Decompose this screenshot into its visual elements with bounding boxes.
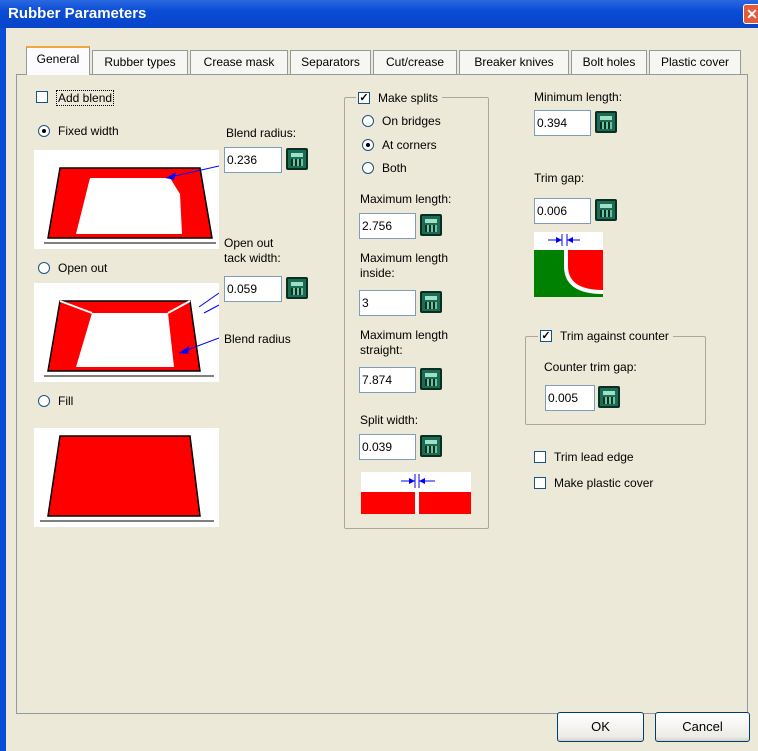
tab-general[interactable]: General [26,46,90,75]
minimum-length-label: Minimum length: [534,90,623,104]
maximum-length-label: Maximum length: [360,192,452,206]
open-out-label-line2: tack width: [224,251,281,265]
calculator-icon[interactable] [595,199,617,221]
add-blend-checkbox[interactable] [36,91,48,103]
at-corners-radio[interactable] [362,139,374,151]
split-width-field[interactable]: 0.039 [359,434,416,460]
calculator-icon[interactable] [598,386,620,408]
blend-radius-label: Blend radius: [226,126,297,140]
tab-breaker-knives[interactable]: Breaker knives [459,50,569,74]
fill-diagram [34,428,219,527]
tab-label: Breaker knives [474,55,554,69]
trim-against-counter-group [525,336,706,425]
fixed-width-label: Fixed width [58,124,119,138]
maximum-length-straight-field[interactable]: 7.874 [359,367,416,393]
cancel-button[interactable]: Cancel [655,712,750,742]
maximum-length-field[interactable]: 2.756 [359,213,416,239]
trim-gap-label: Trim gap: [534,171,585,185]
fixed-width-radio[interactable] [38,125,50,137]
make-splits-checkbox[interactable]: ✓ [358,92,370,104]
open-out-label-line1: Open out [224,236,274,250]
calculator-icon[interactable] [420,214,442,236]
open-out-tack-width-field[interactable]: 0.059 [224,276,282,302]
tab-crease-mask[interactable]: Crease mask [190,50,288,74]
tab-label: General [36,52,80,66]
trim-against-counter-label: Trim against counter [560,329,669,343]
close-button[interactable]: ✕ [743,4,758,24]
calculator-icon[interactable] [420,435,442,457]
make-splits-legend: ✓ Make splits [356,90,443,106]
calculator-icon[interactable] [286,148,308,170]
on-bridges-label: On bridges [382,114,441,128]
open-out-radio-label: Open out [58,261,108,275]
split-width-diagram [361,472,471,514]
fill-radio[interactable] [38,395,50,407]
make-splits-label: Make splits [378,91,439,105]
blend-radius-annotation: Blend radius [224,332,291,346]
open-out-radio[interactable] [38,262,50,274]
trim-against-counter-checkbox[interactable]: ✓ [540,330,552,342]
blend-radius-field[interactable]: 0.236 [224,147,282,173]
tab-plastic-cover[interactable]: Plastic cover [649,50,741,74]
calculator-icon[interactable] [420,368,442,390]
close-icon: ✕ [746,6,758,22]
counter-trim-gap-label: Counter trim gap: [544,360,637,374]
fixed-width-diagram [34,150,220,249]
tab-label: Rubber types [104,55,176,69]
counter-trim-gap-field[interactable]: 0.005 [545,385,595,411]
maximum-length-straight-label: Maximum length straight: [360,328,448,358]
tab-label: Cut/crease [385,55,445,69]
trim-gap-field[interactable]: 0.006 [534,198,591,224]
open-out-label: Open out tack width: [224,236,281,266]
maximum-length-inside-line2: inside: [360,266,395,280]
window-border [0,28,6,751]
add-blend-label: Add blend [56,90,115,106]
make-plastic-cover-label: Make plastic cover [554,476,654,490]
ok-button[interactable]: OK [557,712,644,742]
tab-cut-crease[interactable]: Cut/crease [373,50,457,74]
tab-label: Crease mask [203,55,275,69]
trim-gap-diagram [534,232,603,297]
minimum-length-field[interactable]: 0.394 [534,110,591,136]
tab-rubber-types[interactable]: Rubber types [92,50,188,74]
window-title: Rubber Parameters [8,5,147,22]
maximum-length-straight-line1: Maximum length [360,328,449,342]
maximum-length-inside-line1: Maximum length [360,251,449,265]
maximum-length-inside-label: Maximum length inside: [360,251,448,281]
maximum-length-inside-field[interactable]: 3 [359,290,416,316]
on-bridges-radio[interactable] [362,115,374,127]
tab-label: Plastic cover [660,55,730,69]
make-plastic-cover-checkbox[interactable] [534,477,546,489]
tab-label: Bolt holes [582,55,636,69]
calculator-icon[interactable] [286,277,308,299]
calculator-icon[interactable] [595,111,617,133]
trim-lead-edge-checkbox[interactable] [534,451,546,463]
both-label: Both [382,161,407,175]
split-width-label: Split width: [360,413,419,427]
tab-label: Separators [301,55,360,69]
both-radio[interactable] [362,162,374,174]
fill-label: Fill [58,394,74,408]
tab-separators[interactable]: Separators [290,50,371,74]
tab-bolt-holes[interactable]: Bolt holes [571,50,647,74]
at-corners-label: At corners [382,138,437,152]
open-out-diagram [34,283,220,382]
maximum-length-straight-line2: straight: [360,343,403,357]
trim-lead-edge-label: Trim lead edge [554,450,634,464]
calculator-icon[interactable] [420,291,442,313]
trim-against-counter-legend: ✓ Trim against counter [538,328,673,344]
